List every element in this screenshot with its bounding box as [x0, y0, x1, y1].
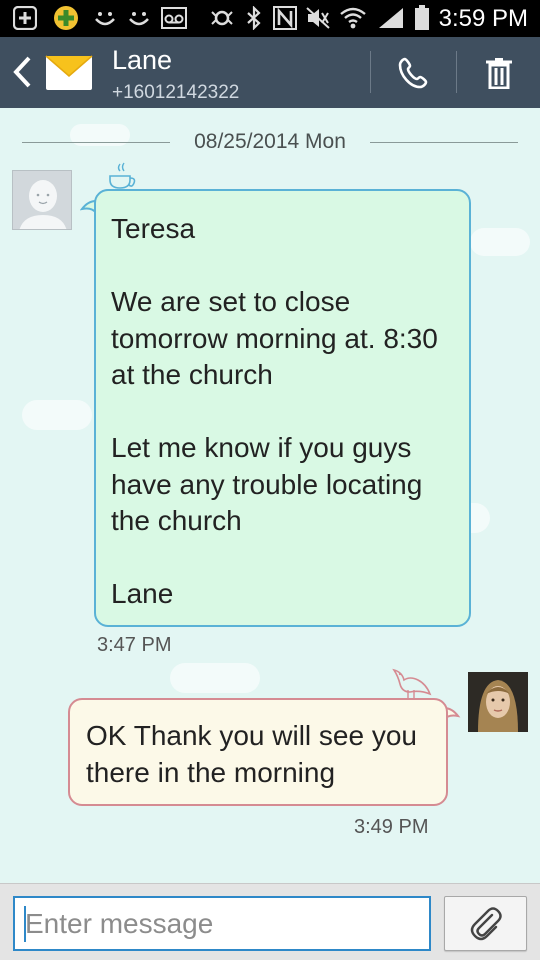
message-input[interactable] — [13, 896, 431, 951]
back-button[interactable] — [6, 49, 40, 95]
user-avatar[interactable] — [468, 672, 528, 732]
vibrate-icon — [208, 6, 236, 30]
add-icon — [12, 6, 38, 30]
status-time: 3:59 PM — [438, 5, 528, 32]
emoji-icon — [92, 6, 118, 30]
conversation-header: Lane +16012142322 — [0, 37, 540, 108]
call-button[interactable] — [384, 49, 442, 97]
default-avatar-icon — [13, 171, 71, 229]
status-bar: 3:59 PM — [0, 0, 540, 37]
header-divider — [456, 51, 457, 93]
trash-icon — [486, 58, 512, 89]
outgoing-message-time: 3:49 PM — [354, 816, 429, 838]
emoji-icon — [126, 6, 152, 30]
attach-button[interactable] — [444, 896, 527, 951]
incoming-message-text: Teresa We are set to close tomorrow morn… — [111, 213, 438, 609]
paperclip-icon — [470, 906, 502, 940]
text-cursor — [24, 906, 26, 942]
contact-number: +16012142322 — [112, 82, 240, 103]
voicemail-icon — [160, 6, 188, 30]
contact-avatar[interactable] — [12, 170, 72, 230]
nfc-icon — [272, 6, 298, 30]
phone-icon — [398, 57, 428, 89]
incoming-message-bubble[interactable]: Teresa We are set to close tomorrow morn… — [94, 189, 471, 627]
battery-icon — [412, 5, 432, 30]
incoming-message-time: 3:47 PM — [97, 634, 172, 656]
cloud-decoration — [22, 400, 92, 430]
compose-bar — [0, 883, 540, 960]
header-divider — [370, 51, 371, 93]
outgoing-message-text: OK Thank you will see you there in the m… — [86, 720, 417, 788]
cloud-decoration — [170, 663, 260, 693]
chevron-left-icon — [13, 56, 31, 88]
user-photo-icon — [468, 672, 528, 732]
outgoing-message-bubble[interactable]: OK Thank you will see you there in the m… — [68, 698, 448, 806]
bluetooth-icon — [244, 6, 264, 30]
envelope-icon — [45, 50, 93, 94]
date-separator: 08/25/2014 Mon — [0, 130, 540, 154]
delete-button[interactable] — [470, 49, 528, 97]
wifi-icon — [338, 6, 368, 30]
cloud-decoration — [470, 228, 530, 256]
conversation-area[interactable]: 08/25/2014 Mon Teresa We are set to clos… — [0, 108, 540, 883]
contact-name: Lane — [112, 45, 173, 75]
muted-icon — [304, 6, 332, 30]
signal-icon — [376, 6, 406, 30]
date-separator-label: 08/25/2014 Mon — [184, 130, 356, 153]
app-icon — [52, 6, 80, 30]
